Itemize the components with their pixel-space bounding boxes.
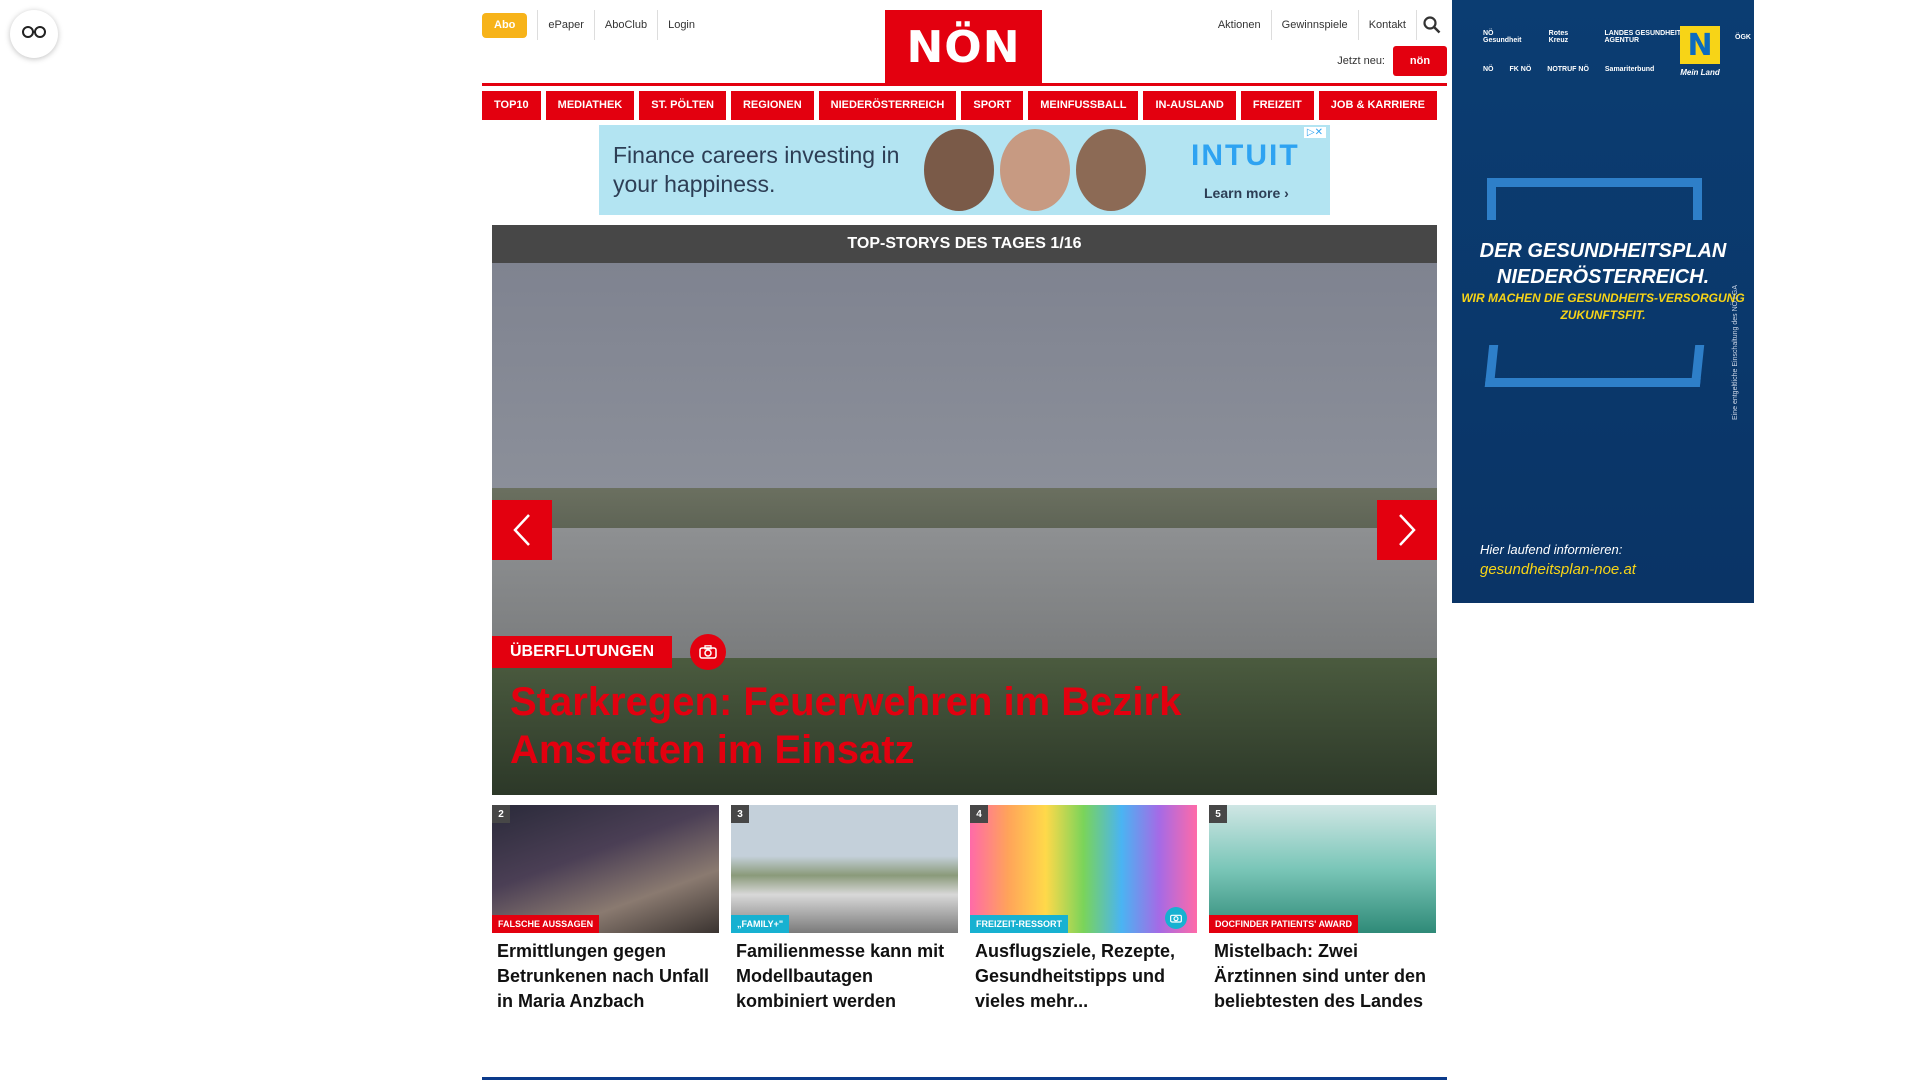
ad-close-icon[interactable]: ▷✕ [1303,127,1326,138]
partner-logos-row: NÖ FK NÖ NOTRUF NÖ Samariterbund [1480,58,1657,80]
story-category[interactable]: FALSCHE AUSSAGEN [492,915,600,933]
story-title[interactable]: Ermittlungen gegen Betrunkenen nach Unfa… [492,933,719,1014]
nav-item-freizeit[interactable]: FREIZEIT [1240,91,1314,120]
story-image[interactable]: 3 „FAMILY+" [731,805,958,933]
gewinnspiele-link[interactable]: Gewinnspiele [1272,10,1359,40]
hero-badges: ÜBERFLUTUNGEN [492,634,726,670]
camera-icon [690,634,726,670]
top-links: Abo ePaper AboClub Login [482,10,705,40]
partner-logo: NOTRUF NÖ [1547,65,1589,73]
story-rank: 3 [731,805,749,823]
partner-logo: NÖ Gesundheit [1483,30,1522,44]
chevron-left-icon [513,514,530,546]
nav-item-meinfussball[interactable]: MEINFUSSBALL [1028,91,1139,120]
epaper-link[interactable]: ePaper [537,10,593,40]
camera-icon [1165,907,1187,929]
login-link[interactable]: Login [657,10,705,40]
sidebar-ad[interactable]: NÖ Gesundheit Rotes Kreuz LANDES GESUNDH… [1452,0,1754,603]
nav-item-sport[interactable]: SPORT [961,91,1024,120]
story-cards: 2 FALSCHE AUSSAGEN Ermittlungen gegen Be… [492,805,1437,1014]
side-ad-disclaimer: Eine entgeltliche Einschaltung des NÖ LG… [1732,284,1739,420]
header-divider [482,83,1447,86]
story-image[interactable]: 4 FREIZEIT-RESSORT [970,805,1197,933]
ad-person-image [1076,129,1146,211]
story-image[interactable]: 5 DOCFINDER PATIENTS' AWARD [1209,805,1436,933]
partner-logo: Samariterbund [1604,65,1655,73]
story-category[interactable]: DOCFINDER PATIENTS' AWARD [1209,915,1358,933]
side-ad-url[interactable]: gesundheitsplan-noe.at [1480,561,1636,578]
side-ad-subline: WIR MACHEN DIE GESUNDHEITS-VERSORGUNG ZU… [1461,291,1745,322]
partner-logo: Rotes Kreuz [1548,30,1569,44]
story-category[interactable]: „FAMILY+" [731,915,790,933]
story-rank: 5 [1209,805,1227,823]
search-icon[interactable] [1417,10,1447,40]
nav-item-niederoesterreich[interactable]: NIEDERÖSTERREICH [818,91,957,120]
story-title[interactable]: Familienmesse kann mit Modellbautagen ko… [731,933,958,1014]
slider-prev-button[interactable] [492,500,552,560]
side-ad-info: Hier laufend informieren: [1480,542,1623,557]
story-category[interactable]: FREIZEIT-RESSORT [970,915,1069,933]
nav-item-mediathek[interactable]: MEDIATHEK [545,91,635,120]
story-image[interactable]: 2 FALSCHE AUSSAGEN [492,805,719,933]
story-rank: 2 [492,805,510,823]
hero-image[interactable]: ÜBERFLUTUNGEN Starkregen: Feuerwehren im… [492,263,1437,795]
story-rank: 4 [970,805,988,823]
ad-frame-top [1487,178,1702,220]
nav-item-job-karriere[interactable]: JOB & KARRIERE [1318,91,1437,120]
ad-image [924,129,1146,211]
ad-text: Finance careers investing in your happin… [613,142,900,197]
story-card[interactable]: 5 DOCFINDER PATIENTS' AWARD Mistelbach: … [1209,805,1436,1014]
side-ad-headline: DER GESUNDHEITSPLAN NIEDERÖSTERREICH. [1479,240,1727,288]
main-nav: TOP10 MEDIATHEK ST. PÖLTEN REGIONEN NIED… [482,91,1437,120]
ad-person-image [1000,129,1070,211]
jetzt-neu-label: Jetzt neu: [1337,55,1385,67]
partner-logo: ÖGK [1735,33,1751,41]
slider-next-button[interactable] [1377,500,1437,560]
story-title[interactable]: Mistelbach: Zwei Ärztinnen sind unter de… [1209,933,1436,1014]
glasses-icon [22,24,46,45]
right-links: Aktionen Gewinnspiele Kontakt [1208,10,1447,40]
nav-item-in-ausland[interactable]: IN-AUSLAND [1143,91,1236,120]
story-card[interactable]: 2 FALSCHE AUSSAGEN Ermittlungen gegen Be… [492,805,719,1014]
jetzt-neu: Jetzt neu: nön [1337,46,1447,76]
story-title[interactable]: Ausflugsziele, Rezepte, Gesundheitstipps… [970,933,1197,1014]
kontakt-link[interactable]: Kontakt [1359,10,1417,40]
ad-person-image [924,129,994,211]
mein-land-icon: N [1680,26,1720,64]
logo-text: NÖN [906,21,1021,73]
hero-headline[interactable]: Starkregen: Feuerwehren im Bezirk Amstet… [510,678,1310,774]
site-container: Abo ePaper AboClub Login NÖN Aktionen Ge… [482,0,1447,1080]
nav-item-regionen[interactable]: REGIONEN [730,91,814,120]
site-logo[interactable]: NÖN [885,10,1042,84]
ad-frame-bottom [1484,345,1705,387]
mein-land-logo: N Mein Land [1678,26,1722,86]
hero-category-badge[interactable]: ÜBERFLUTUNGEN [492,636,672,668]
ad-learn-more[interactable]: Learn more › [1204,185,1289,201]
banner-ad[interactable]: Finance careers investing in your happin… [599,125,1330,215]
nav-item-st-poelten[interactable]: ST. PÖLTEN [639,91,726,120]
chevron-right-icon [1399,514,1416,546]
kleine-noen-logo[interactable]: nön [1393,46,1447,76]
story-card[interactable]: 4 FREIZEIT-RESSORT Ausflugsziele, Rezept… [970,805,1197,1014]
ad-brand: INTUIT [1191,139,1300,172]
mein-land-label: Mein Land [1680,68,1720,77]
partner-logo: NÖ [1483,65,1494,73]
nav-item-top10[interactable]: TOP10 [482,91,541,120]
story-card[interactable]: 3 „FAMILY+" Familienmesse kann mit Model… [731,805,958,1014]
reader-mode-button[interactable] [10,10,58,58]
aboclub-link[interactable]: AboClub [593,10,657,40]
partner-logo: FK NÖ [1509,65,1532,73]
top-stories-slider: TOP-STORYS DES TAGES 1/16 ÜBERFLUTUNGEN … [492,225,1437,795]
aktionen-link[interactable]: Aktionen [1208,10,1272,40]
abo-button[interactable]: Abo [482,12,528,38]
slider-heading: TOP-STORYS DES TAGES 1/16 [492,225,1437,263]
